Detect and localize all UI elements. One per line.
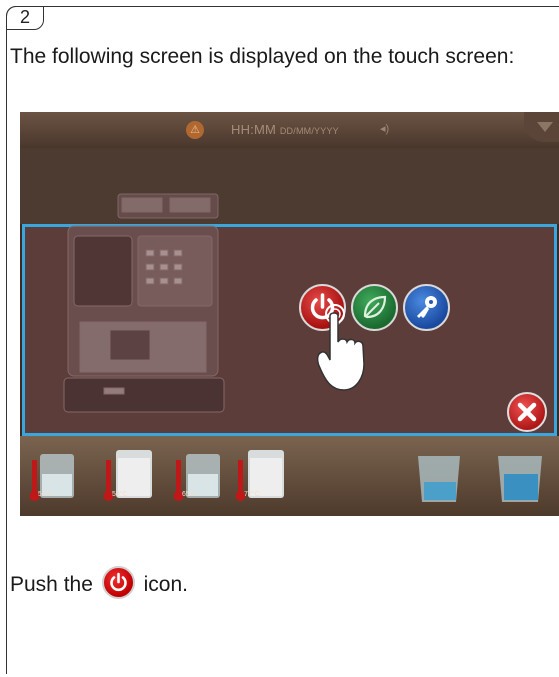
cup-item[interactable]: 55°C: [103, 450, 153, 501]
cup-temperature: 55°C: [38, 490, 54, 498]
clock-date: DD/MM/YYYY: [279, 126, 339, 136]
instruction-before: Push the: [10, 573, 93, 596]
step-number-badge: 2: [6, 6, 44, 30]
cup-temperature: 55°C: [112, 490, 128, 498]
instruction-line: Push the icon.: [10, 566, 188, 602]
water-pitcher[interactable]: [498, 456, 542, 502]
instruction-after: icon.: [143, 573, 188, 596]
close-button[interactable]: [507, 392, 547, 432]
speaker-icon[interactable]: ◂): [380, 122, 389, 135]
cup-temperature: 72°C: [244, 490, 260, 498]
cup-item[interactable]: 72°C: [235, 450, 285, 501]
screen-bottom-bar: 55°C 55°C 65°C 72°C: [20, 436, 559, 516]
clock-time: HH:MM: [231, 122, 277, 137]
cup-item[interactable]: 65°C: [173, 454, 221, 501]
cup-item[interactable]: 55°C: [29, 454, 75, 501]
screen-top-bar: ⚠ HH:MM DD/MM/YYYY ◂): [20, 112, 559, 148]
clock-display: HH:MM DD/MM/YYYY: [231, 122, 339, 137]
hand-pointer-icon: [316, 304, 365, 391]
water-pitcher[interactable]: [418, 456, 460, 502]
lock-button[interactable]: [403, 284, 450, 331]
cup-temperature: 65°C: [182, 490, 198, 498]
intro-text: The following screen is displayed on the…: [10, 45, 515, 68]
dropdown-triangle-icon[interactable]: [524, 112, 559, 142]
key-icon: [417, 296, 437, 318]
beverage-cups: 55°C 55°C 65°C 72°C: [29, 450, 542, 502]
close-icon: [517, 402, 537, 422]
coffee-machine-image: [63, 193, 225, 413]
power-icon: [101, 566, 135, 599]
warning-icon[interactable]: ⚠: [186, 121, 204, 139]
touch-screen-screenshot: ⚠ HH:MM DD/MM/YYYY ◂) 55°C 55°C 65°C 72°…: [20, 112, 559, 516]
